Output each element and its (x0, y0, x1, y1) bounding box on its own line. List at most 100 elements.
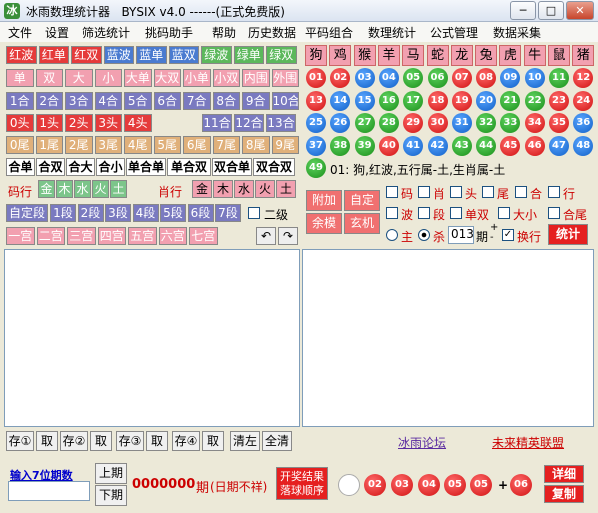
zodiac-button[interactable]: 羊 (377, 45, 400, 66)
menu-item[interactable]: 设置 (45, 24, 69, 41)
number-ball[interactable]: 01 (306, 68, 326, 88)
number-ball[interactable]: 35 (549, 113, 569, 133)
element-button[interactable]: 木 (56, 180, 73, 198)
close-button[interactable]: ✕ (566, 1, 594, 20)
number-ball[interactable]: 25 (306, 113, 326, 133)
menu-item[interactable]: 历史数据 (248, 24, 296, 41)
filter-button[interactable]: 双 (35, 69, 63, 87)
zodiac-button[interactable]: 狗 (305, 45, 327, 66)
number-ball[interactable]: 30 (427, 113, 448, 133)
number-ball[interactable]: 03 (354, 68, 375, 88)
number-ball[interactable]: 37 (306, 135, 326, 156)
element-button[interactable]: 金 (38, 180, 55, 198)
filter-button[interactable]: 13合 (266, 114, 296, 132)
filter-button[interactable]: 2合 (35, 92, 63, 110)
left-results-area[interactable] (4, 249, 300, 427)
store-button[interactable]: 取 (90, 431, 112, 451)
number-ball[interactable]: 36 (573, 113, 594, 133)
filter-button[interactable]: 5合 (124, 92, 152, 110)
filter-button[interactable]: 二宫 (36, 227, 65, 245)
filter-button[interactable]: 4合 (94, 92, 122, 110)
number-ball[interactable]: 31 (451, 113, 472, 133)
filter-button[interactable]: 8尾 (242, 136, 270, 154)
number-ball[interactable]: 11 (549, 68, 569, 88)
store-button[interactable]: 取 (146, 431, 168, 451)
number-ball[interactable]: 16 (378, 90, 399, 111)
filter-button[interactable]: 合小 (96, 158, 125, 176)
filter-button[interactable]: 蓝单 (136, 46, 167, 64)
side-button[interactable]: 余模 (306, 213, 342, 234)
number-ball[interactable]: 15 (354, 90, 375, 111)
period-input[interactable]: 013 (448, 226, 474, 244)
filter-button[interactable]: 6尾 (183, 136, 211, 154)
filter-button[interactable]: 3合 (65, 92, 93, 110)
forum-link[interactable]: 冰雨论坛 (398, 434, 446, 451)
filter-button[interactable]: 小单 (183, 69, 211, 87)
number-ball[interactable]: 10 (524, 68, 545, 88)
side-button[interactable]: 玄机 (344, 213, 380, 234)
menu-item[interactable]: 平码组合 (305, 24, 353, 41)
filter-button[interactable]: 12合 (234, 114, 264, 132)
store-button[interactable]: 取 (36, 431, 58, 451)
filter-button[interactable]: 红波 (6, 46, 37, 64)
filter-button[interactable]: 单 (6, 69, 34, 87)
filter-button[interactable]: 10合 (271, 92, 299, 110)
element-button[interactable]: 木 (213, 180, 233, 198)
element-button[interactable]: 火 (92, 180, 109, 198)
filter-button[interactable]: 1段 (50, 204, 76, 222)
store-button[interactable]: 存④ (172, 431, 200, 451)
store-button[interactable]: 存① (6, 431, 34, 451)
store-button[interactable]: 存③ (116, 431, 144, 451)
filter-button[interactable]: 4头 (124, 114, 152, 132)
erji-checkbox[interactable] (248, 207, 260, 219)
zodiac-button[interactable]: 猪 (572, 45, 595, 66)
copy-button[interactable]: 复制 (544, 485, 584, 503)
number-ball[interactable]: 20 (476, 90, 497, 111)
filter-button[interactable]: 0头 (6, 114, 34, 132)
filter-button[interactable]: 自定段 (6, 204, 48, 222)
number-ball[interactable]: 32 (476, 113, 497, 133)
element-button[interactable]: 水 (74, 180, 91, 198)
number-ball[interactable]: 06 (427, 68, 448, 88)
filter-button[interactable]: 合大 (66, 158, 95, 176)
filter-checkbox[interactable] (450, 186, 462, 198)
number-ball[interactable]: 48 (573, 135, 594, 156)
menu-item[interactable]: 公式管理 (430, 24, 478, 41)
store-button[interactable]: 取 (202, 431, 224, 451)
right-results-area[interactable] (302, 249, 594, 427)
filter-button[interactable]: 1合 (6, 92, 34, 110)
number-ball[interactable]: 22 (524, 90, 545, 111)
period-input-field[interactable] (8, 481, 90, 501)
number-ball[interactable]: 38 (330, 135, 351, 156)
filter-button[interactable]: 4尾 (124, 136, 152, 154)
filter-button[interactable]: 7合 (183, 92, 211, 110)
number-ball[interactable]: 41 (403, 135, 424, 156)
number-ball[interactable]: 43 (451, 135, 472, 156)
filter-button[interactable]: 1头 (35, 114, 63, 132)
filter-button[interactable]: 3尾 (94, 136, 122, 154)
number-ball[interactable]: 46 (524, 135, 545, 156)
filter-button[interactable]: 7段 (215, 204, 241, 222)
filter-checkbox[interactable] (386, 207, 398, 219)
filter-button[interactable]: 外围 (271, 69, 299, 87)
filter-checkbox[interactable] (418, 186, 430, 198)
minimize-button[interactable]: ─ (510, 1, 536, 20)
filter-checkbox[interactable] (498, 207, 510, 219)
period-minus[interactable]: - (490, 232, 494, 243)
number-ball[interactable]: 29 (403, 113, 424, 133)
element-button[interactable]: 金 (192, 180, 212, 198)
filter-button[interactable]: 一宫 (6, 227, 35, 245)
filter-button[interactable]: 单合单 (126, 158, 166, 176)
zodiac-button[interactable]: 牛 (523, 45, 546, 66)
number-ball[interactable]: 21 (500, 90, 521, 111)
filter-button[interactable]: 红单 (38, 46, 69, 64)
number-ball[interactable]: 26 (330, 113, 351, 133)
filter-button[interactable]: 合单 (6, 158, 35, 176)
side-button[interactable]: 自定 (344, 190, 380, 211)
result-button[interactable]: 开奖结果 落球顺序 (276, 467, 328, 500)
detail-button[interactable]: 详细 (544, 465, 584, 483)
filter-button[interactable]: 7尾 (212, 136, 240, 154)
redo-button[interactable]: ↷ (278, 227, 298, 245)
filter-button[interactable]: 六宫 (158, 227, 187, 245)
filter-button[interactable]: 2尾 (65, 136, 93, 154)
